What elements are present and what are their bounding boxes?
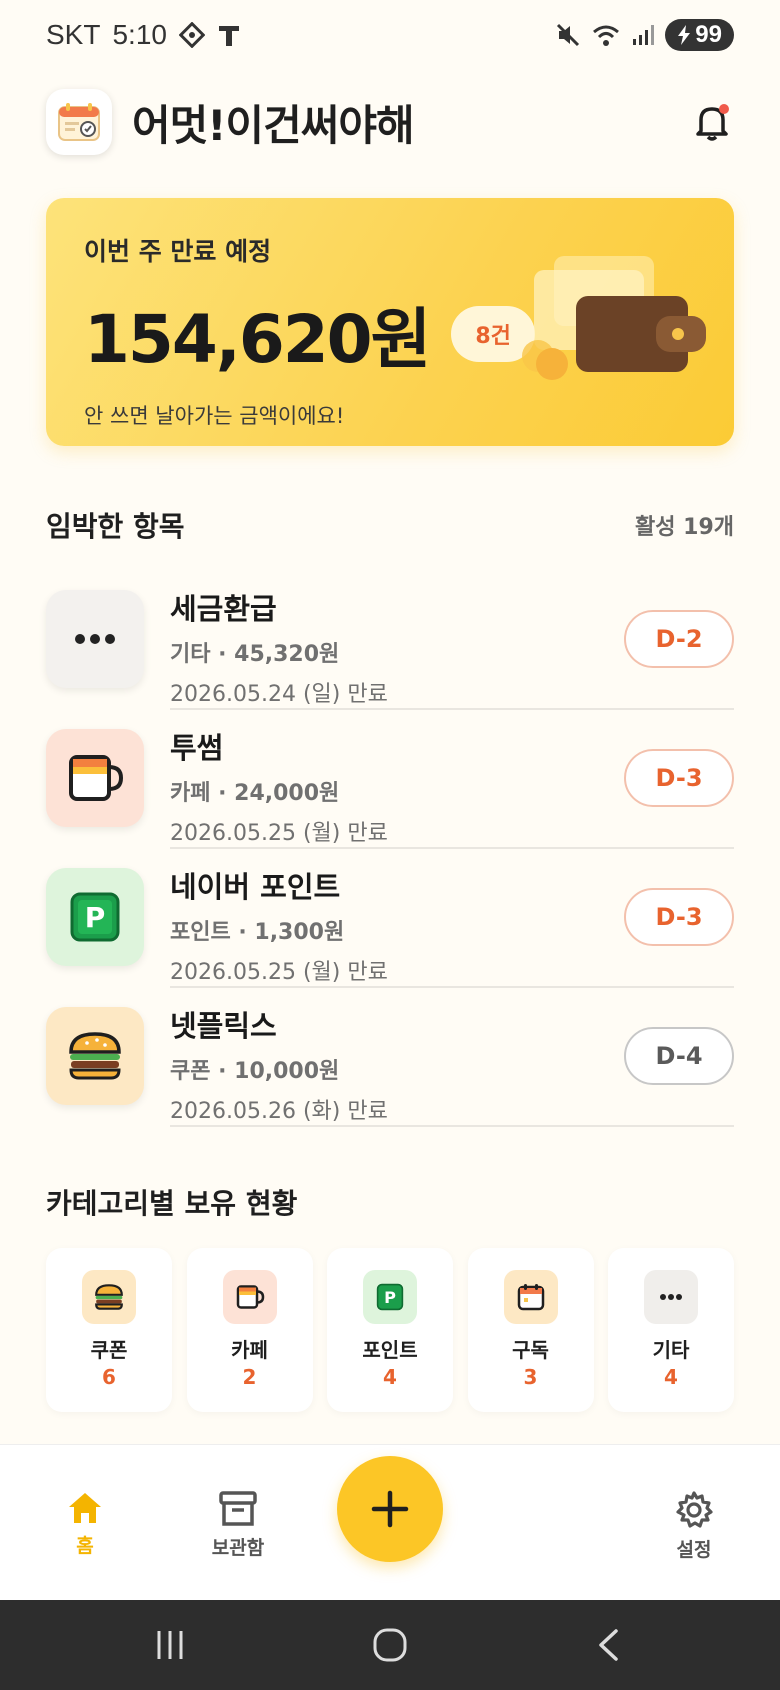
nav-settings[interactable]: 설정 xyxy=(644,1491,744,1562)
app-title: 어멋!이건써야해 xyxy=(132,100,415,150)
app-notification-icon xyxy=(178,22,205,48)
calendar-logo-icon xyxy=(58,103,100,141)
charging-icon xyxy=(678,25,691,45)
category-card-coupon[interactable]: 쿠폰 6 xyxy=(46,1248,172,1412)
svg-text:P: P xyxy=(85,901,106,934)
category-count: 2 xyxy=(242,1365,257,1389)
battery-level: 99 xyxy=(695,21,722,48)
category-section-header: 카테고리별 보유 현황 xyxy=(46,1182,734,1222)
list-item[interactable]: 넷플릭스 쿠폰 · 10,000원 2026.05.26 (화) 만료 D-4 xyxy=(46,997,734,1136)
calendar-icon xyxy=(503,1270,558,1324)
burger-icon xyxy=(82,1270,136,1324)
wifi-icon xyxy=(593,25,620,46)
nav-home-label: 홈 xyxy=(76,1535,94,1557)
more-icon xyxy=(644,1270,698,1324)
carrier-label: SKT xyxy=(46,19,101,50)
item-expiry-date: 2026.05.25 (월) 만료 xyxy=(170,960,388,985)
recent-apps-icon[interactable] xyxy=(154,1628,186,1662)
list-item[interactable]: 세금환급 기타 · 45,320원 2026.05.24 (일) 만료 D-2 xyxy=(46,580,734,719)
cup-icon xyxy=(46,729,144,827)
category-count: 3 xyxy=(523,1365,538,1389)
nav-settings-label: 설정 xyxy=(676,1539,712,1561)
category-count: 4 xyxy=(383,1365,397,1389)
point-icon: P xyxy=(363,1270,417,1324)
dday-badge: D-3 xyxy=(624,749,734,807)
category-label: 기타 xyxy=(652,1338,690,1362)
burger-icon xyxy=(46,1007,144,1105)
category-label: 카페 xyxy=(231,1338,268,1362)
summary-note: 안 쓰면 날아가는 금액이에요! xyxy=(84,404,345,428)
clock: 5:10 xyxy=(112,19,167,50)
archive-box-icon xyxy=(219,1491,257,1526)
item-expiry-date: 2026.05.25 (월) 만료 xyxy=(170,821,388,846)
battery-indicator: 99 xyxy=(665,19,734,51)
home-button-icon[interactable] xyxy=(372,1628,408,1662)
nav-home[interactable]: 홈 xyxy=(35,1491,135,1558)
list-item[interactable]: P 네이버 포인트 포인트 · 1,300원 2026.05.25 (월) 만료… xyxy=(46,858,734,997)
mute-icon xyxy=(557,23,580,47)
category-card-cafe[interactable]: 카페 2 xyxy=(186,1248,313,1412)
category-card-etc[interactable]: 기타 4 xyxy=(608,1248,734,1412)
list-item[interactable]: 투썸 카페 · 24,000원 2026.05.25 (월) 만료 D-3 xyxy=(46,719,734,858)
bell-icon xyxy=(696,104,729,141)
category-label: 쿠폰 xyxy=(90,1338,128,1362)
signal-icon xyxy=(633,25,655,45)
category-count: 6 xyxy=(102,1365,116,1389)
add-item-button[interactable] xyxy=(337,1456,443,1562)
item-expiry-date: 2026.05.26 (화) 만료 xyxy=(170,1099,388,1124)
brand: 어멋!이건써야해 xyxy=(46,89,415,155)
system-nav-bar xyxy=(0,1600,780,1690)
category-title: 카테고리별 보유 현황 xyxy=(46,1187,298,1220)
category-count: 4 xyxy=(664,1365,678,1389)
upcoming-section-header: 임박한 항목 활성 19개 xyxy=(46,505,734,545)
nav-archive-label: 보관함 xyxy=(211,1537,265,1559)
wallet-illustration-icon xyxy=(522,256,706,380)
active-count: 활성 19개 xyxy=(635,515,734,540)
category-card-subscription[interactable]: 구독 3 xyxy=(467,1248,594,1412)
category-grid: 쿠폰 6 카페 2 P 포인트 4 구독 3 기타 4 xyxy=(46,1248,734,1412)
bottom-nav: 홈 보관함 설정 xyxy=(0,1444,780,1600)
category-label: 구독 xyxy=(512,1338,549,1362)
plus-icon xyxy=(371,1490,409,1528)
home-icon xyxy=(69,1493,101,1523)
upcoming-title: 임박한 항목 xyxy=(46,510,185,543)
svg-text:P: P xyxy=(384,1288,396,1307)
notification-button[interactable] xyxy=(690,100,734,144)
item-expiry-date: 2026.05.24 (일) 만료 xyxy=(170,682,388,707)
upcoming-list: 세금환급 기타 · 45,320원 2026.05.24 (일) 만료 D-2 … xyxy=(46,580,734,1136)
back-icon[interactable] xyxy=(596,1628,620,1662)
expiring-summary-card[interactable]: 이번 주 만료 예정 154,620원 8건 안 쓰면 날아가는 금액이에요! xyxy=(46,198,734,446)
dday-badge: D-4 xyxy=(624,1027,734,1085)
dday-badge: D-3 xyxy=(624,888,734,946)
more-icon xyxy=(46,590,144,688)
point-icon: P xyxy=(46,868,144,966)
gear-icon xyxy=(676,1491,713,1528)
app-logo xyxy=(46,89,112,155)
category-card-point[interactable]: P 포인트 4 xyxy=(327,1248,453,1412)
dday-badge: D-2 xyxy=(624,610,734,668)
t-logo-icon xyxy=(218,26,239,46)
summary-amount: 154,620원 xyxy=(84,301,431,378)
category-label: 포인트 xyxy=(362,1338,418,1362)
app-header: 어멋!이건써야해 xyxy=(46,88,734,156)
status-bar: SKT 5:10 99 xyxy=(0,0,780,70)
nav-archive[interactable]: 보관함 xyxy=(188,1491,288,1560)
cup-icon xyxy=(222,1270,277,1324)
